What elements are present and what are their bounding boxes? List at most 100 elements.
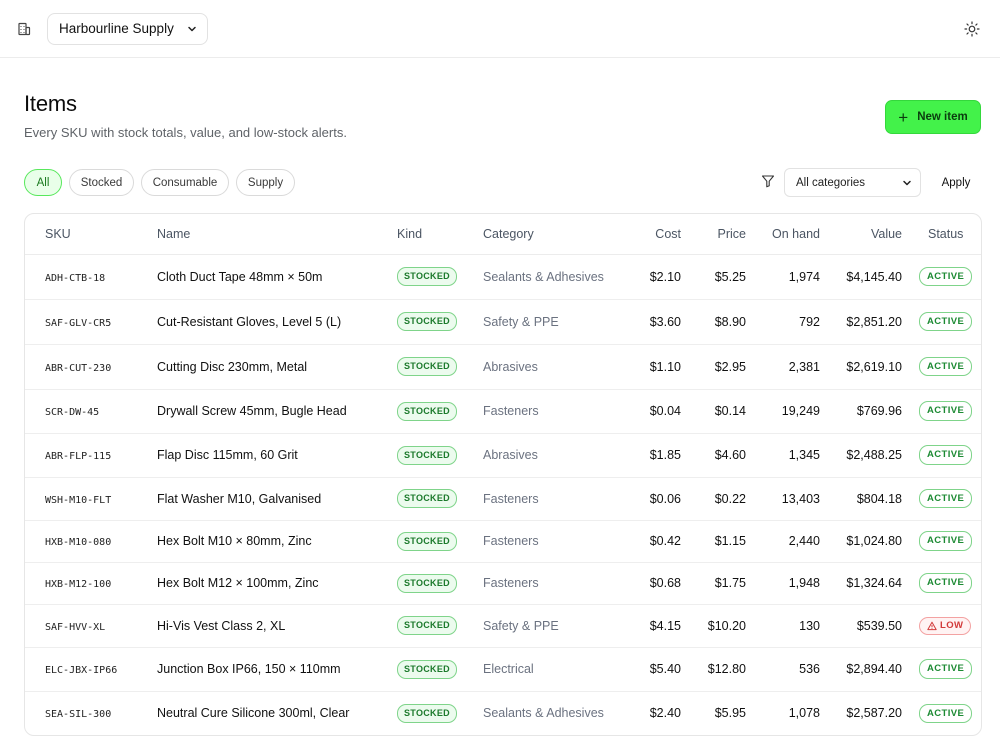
cell-on-hand: 13,403 [746, 477, 820, 521]
column-header-sku[interactable]: SKU [25, 214, 157, 255]
cell-category: Fasteners [483, 562, 623, 605]
cell-category: Abrasives [483, 433, 623, 478]
kind-badge: STOCKED [397, 659, 457, 679]
kind-badge: STOCKED [397, 489, 457, 508]
column-header-category[interactable]: Category [483, 214, 623, 255]
cell-category: Sealants & Adhesives [483, 254, 623, 300]
cell-name[interactable]: Flat Washer M10, Galvanised [157, 477, 397, 521]
cell-price: $5.25 [681, 254, 746, 300]
cell-cost: $2.40 [649, 706, 681, 721]
kind-badge: STOCKED [397, 573, 457, 593]
cell-on-hand: 1,345 [746, 433, 820, 478]
cell-value: $769.96 [820, 389, 902, 434]
filter-chip-consumable[interactable]: Consumable [141, 169, 229, 196]
cell-price: $0.14 [681, 389, 746, 434]
org-select[interactable]: Harbourline Supply [47, 12, 208, 45]
cell-sku: WSH-M10-FLT [45, 494, 112, 506]
column-header-price[interactable]: Price [681, 214, 746, 255]
cell-price: $4.60 [681, 433, 746, 478]
cell-price: $10.20 [681, 604, 746, 648]
column-header-cost[interactable]: Cost [623, 214, 681, 255]
cell-price: $0.22 [681, 477, 746, 521]
status-badge: ACTIVE [919, 311, 973, 332]
status-badge: LOW [919, 616, 972, 635]
status-badge: ACTIVE [919, 266, 973, 287]
cell-cost: $0.06 [623, 477, 681, 521]
table-row[interactable]: ABR-FLP-115 Flap Disc 115mm, 60 Grit STOCK… [25, 433, 981, 478]
page-title: Items [24, 91, 77, 116]
cell-name[interactable]: Hi-Vis Vest Class 2, XL [157, 604, 397, 648]
cell-cost: $0.04 [623, 389, 681, 434]
status-badge: ACTIVE [919, 703, 973, 723]
table-row[interactable]: ABR-CUT-230 Cutting Disc 230mm, Metal STOC… [25, 344, 981, 390]
cell-on-hand: 2,440 [746, 520, 820, 563]
cell-on-hand: 130 [746, 604, 820, 648]
cell-sku: HXB-M12-100 [45, 579, 112, 590]
cell-name[interactable]: Flap Disc 115mm, 60 Grit [157, 433, 397, 478]
cell-price: $1.15 [681, 520, 746, 563]
cell-name[interactable]: Hex Bolt M10 × 80mm, Zinc [157, 520, 397, 563]
cell-name[interactable]: Neutral Cure Silicone 300ml, Clear [157, 691, 397, 735]
cell-on-hand: 536 [746, 647, 820, 692]
column-header-kind[interactable]: Kind [397, 214, 483, 255]
cell-name[interactable]: Cutting Disc 230mm, Metal [157, 344, 397, 390]
cell-name[interactable]: Cut-Resistant Gloves, Level 5 (L) [157, 299, 397, 345]
cell-name[interactable]: Hex Bolt M12 × 100mm, Zinc [157, 562, 397, 605]
cell-cost: $5.40 [623, 647, 681, 692]
table-row[interactable]: ADH-CTB-18 Cloth Duct Tape 48mm × 50m STOC… [25, 254, 981, 300]
table-row[interactable]: SCR-DW-45 Drywall Screw 45mm, Bugle Head S… [25, 389, 981, 434]
status-badge: ACTIVE [919, 573, 973, 593]
cell-name[interactable]: Junction Box IP66, 150 × 110mm [157, 647, 397, 692]
filter-bar: All Stocked Consumable Supply All catego… [0, 162, 1000, 206]
kind-badge: STOCKED [397, 267, 457, 286]
apply-button[interactable]: Apply [933, 168, 979, 197]
filter-chip-stocked[interactable]: Stocked [69, 169, 134, 196]
table-row[interactable]: ELC-JBX-IP66 Junction Box IP66, 150 × 110… [25, 647, 981, 692]
status-badge: ACTIVE [919, 659, 973, 679]
kind-badge: STOCKED [397, 616, 457, 635]
cell-category: Fasteners [483, 520, 623, 563]
cell-sku: SAF-GLV-CR5 [45, 317, 112, 329]
cell-category: Abrasives [483, 344, 623, 390]
page-header: Items Every SKU with stock totals, value… [0, 58, 1000, 162]
cell-category: Safety & PPE [483, 604, 623, 648]
table-row[interactable]: SAF-HVV-XL Hi-Vis Vest Class 2, XL STOCKED… [25, 604, 981, 648]
table-row[interactable]: HXB-M10-080 Hex Bolt M10 × 80mm, Zinc STOC… [25, 520, 981, 563]
page-subtitle: Every SKU with stock totals, value, and … [24, 125, 347, 140]
cell-name[interactable]: Drywall Screw 45mm, Bugle Head [157, 389, 397, 434]
column-header-status[interactable]: Status [902, 214, 981, 255]
category-select[interactable]: All categories [784, 168, 921, 197]
warning-icon [927, 621, 937, 631]
new-item-button[interactable]: + New item [885, 100, 981, 134]
chevron-down-icon [902, 178, 912, 188]
cell-value: $1,024.80 [820, 520, 902, 563]
cell-category: Safety & PPE [483, 299, 623, 345]
chevron-down-icon [187, 24, 197, 34]
cell-on-hand: 1,974 [746, 254, 820, 300]
sun-icon[interactable] [964, 21, 980, 37]
cell-category: Sealants & Adhesives [483, 706, 604, 721]
cell-on-hand: 1,948 [746, 562, 820, 605]
filter-chip-supply[interactable]: Supply [236, 169, 295, 196]
cell-cost: $4.15 [623, 604, 681, 648]
kind-badge: STOCKED [397, 357, 457, 376]
table-row[interactable]: SEA-SIL-300 Neutral Cure Silicone 300ml, … [25, 691, 981, 735]
table-row[interactable]: HXB-M12-100 Hex Bolt M12 × 100mm, Zinc STO… [25, 562, 981, 605]
cell-cost: $1.85 [623, 433, 681, 478]
cell-on-hand: 19,249 [746, 389, 820, 434]
cell-name[interactable]: Cloth Duct Tape 48mm × 50m [157, 254, 397, 300]
table-row[interactable]: SAF-GLV-CR5 Cut-Resistant Gloves, Level 5… [25, 299, 981, 345]
cell-value: $2,894.40 [820, 647, 902, 692]
cell-value: $804.18 [820, 477, 902, 521]
status-label: LOW [940, 619, 964, 631]
filter-chip-all[interactable]: All [24, 169, 62, 196]
cell-category: Fasteners [483, 477, 623, 521]
cell-cost: $0.68 [623, 562, 681, 605]
status-badge: ACTIVE [919, 356, 973, 377]
column-header-value[interactable]: Value [820, 214, 902, 255]
column-header-name[interactable]: Name [157, 214, 397, 255]
status-badge: ACTIVE [919, 445, 973, 465]
cell-on-hand: 2,381 [746, 344, 820, 390]
table-row[interactable]: WSH-M10-FLT Flat Washer M10, Galvanised ST… [25, 477, 981, 521]
column-header-on-hand[interactable]: On hand [746, 214, 820, 255]
